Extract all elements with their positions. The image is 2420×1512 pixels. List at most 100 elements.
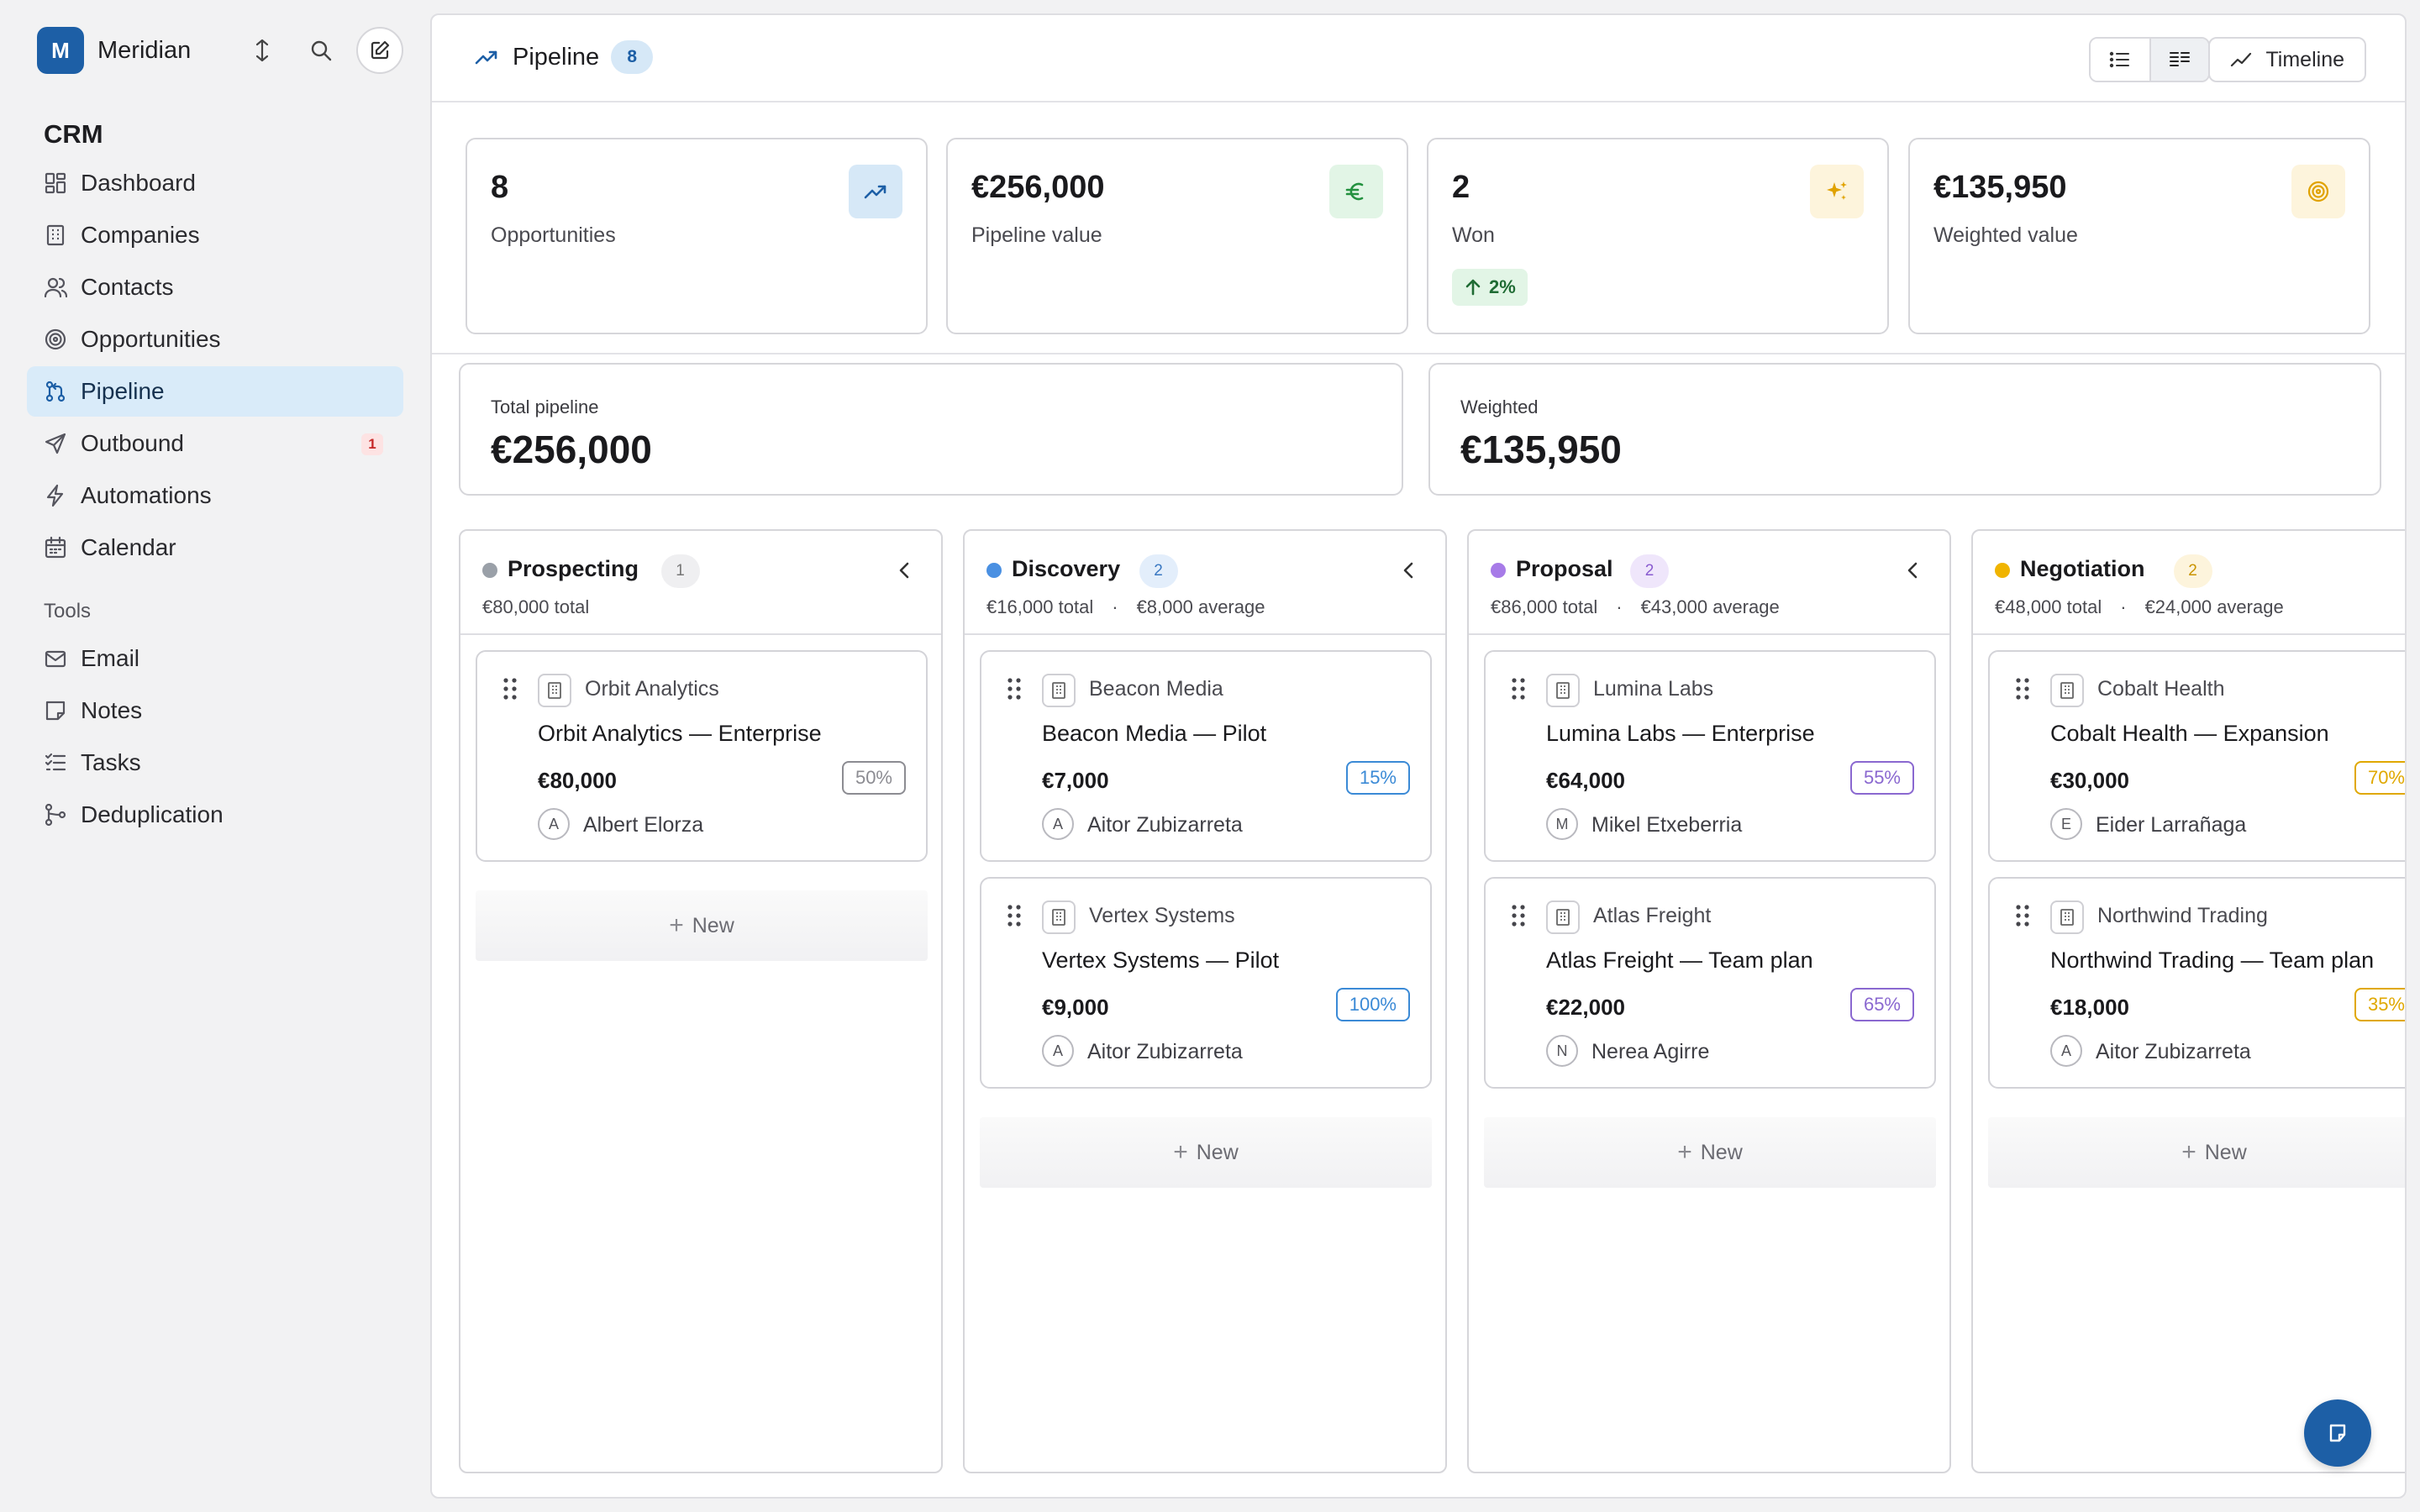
new-deal-button[interactable]: + New [980,1117,1432,1188]
building-icon [1546,900,1580,934]
deal-title: Atlas Freight — Team plan [1546,948,1813,973]
trend-up-icon [474,45,499,70]
sidebar-item-outbound[interactable]: Outbound 1 [27,418,403,469]
drag-handle-icon[interactable] [2015,677,2030,701]
sidebar-item-label: Calendar [81,534,176,560]
new-deal-button[interactable]: + New [1484,1117,1936,1188]
sidebar-item-contacts[interactable]: Contacts [27,262,403,312]
new-deal-button[interactable]: + New [1988,1117,2405,1188]
deal-title: Lumina Labs — Enterprise [1546,721,1815,746]
compose-icon[interactable] [356,27,403,74]
sidebar-item-deduplication[interactable]: Deduplication [27,790,403,840]
sidebar-item-dashboard[interactable]: Dashboard [27,158,403,208]
deal-title: Orbit Analytics — Enterprise [538,721,822,746]
search-icon[interactable] [297,27,345,74]
deal-card[interactable]: Vertex Systems Vertex Systems — Pilot €9,0… [980,877,1432,1089]
column-title: Discovery [1012,556,1121,581]
sidebar-item-companies[interactable]: Companies [27,210,403,260]
drag-handle-icon[interactable] [502,677,518,701]
building-icon [2050,674,2084,707]
plus-icon: + [669,911,684,939]
deal-card[interactable]: Atlas Freight Atlas Freight — Team plan €2… [1484,877,1936,1089]
pipeline-column-negotiation: Negotiation 2 €48,000 total · €24,000 averag… [1971,529,2407,1473]
deal-card[interactable]: Orbit Analytics Orbit Analytics — Enterpr… [476,650,928,862]
stat-value: €135,950 [1933,170,2067,205]
sidebar-item-tasks[interactable]: Tasks [27,738,403,788]
building-icon [1042,900,1076,934]
owner-name: Aitor Zubizarreta [1087,1040,1243,1063]
owner-name: Mikel Etxeberria [1591,813,1743,837]
sidebar-item-label: Tasks [81,749,141,775]
stat-value: €256,000 [971,170,1105,205]
expand-collapse-icon[interactable] [239,27,286,74]
timeline-icon [2230,49,2252,71]
sidebar-item-calendar[interactable]: Calendar [27,522,403,573]
page-title: Pipeline 8 [474,40,654,74]
collapse-column-icon[interactable] [1901,558,1926,583]
probability-badge: 50% [841,761,906,795]
arrow-up-icon [1464,278,1482,297]
deal-card[interactable]: Lumina Labs Lumina Labs — Enterprise €64,0… [1484,650,1936,862]
column-summary: €48,000 total · €24,000 average [1995,596,2284,618]
deal-amount: €30,000 [2050,768,2129,793]
drag-handle-icon[interactable] [1511,904,1526,927]
owner-name: Nerea Agirre [1591,1040,1710,1063]
workspace-switcher[interactable]: M Meridian [37,27,191,74]
column-summary: €16,000 total · €8,000 average [986,596,1265,618]
send-icon [44,432,67,455]
target-icon [2291,165,2345,218]
stat-value: 2 [1452,170,1470,205]
stat-label: Won [1452,223,1495,247]
probability-badge: 55% [1849,761,1914,795]
tools-nav: Email Notes Tasks Deduplication [27,633,403,842]
owner-name: Eider Larrañaga [2096,813,2247,837]
stage-color-dot [1995,563,2010,578]
page-count-badge: 8 [611,40,654,74]
avatar: N [1546,1035,1578,1067]
sidebar-item-email[interactable]: Email [27,633,403,684]
target-icon [44,328,67,351]
drag-handle-icon[interactable] [1007,677,1022,701]
deal-card[interactable]: Cobalt Health Cobalt Health — Expansion €3… [1988,650,2405,862]
new-deal-button[interactable]: + New [476,890,928,961]
summary-separator: · [2120,596,2127,617]
deal-amount: €9,000 [1042,995,1109,1020]
page-header: Pipeline 8 Timeline [432,15,2405,102]
stat-label: Pipeline value [971,223,1102,247]
page-title-text: Pipeline [513,43,600,71]
board-view-button[interactable] [2149,39,2208,81]
deal-card[interactable]: Beacon Media Beacon Media — Pilot €7,000 15… [980,650,1432,862]
column-count-badge: 2 [1139,554,1178,588]
company-name: Northwind Trading [2097,904,2268,927]
probability-badge: 65% [1849,988,1914,1021]
timeline-button[interactable]: Timeline [2208,37,2366,82]
drag-handle-icon[interactable] [1511,677,1526,701]
quick-note-button[interactable] [2304,1399,2371,1467]
sidebar: M Meridian CRM Dashboard Companies Contact… [0,0,429,1512]
collapse-column-icon[interactable] [892,558,918,583]
collapse-column-icon[interactable] [1397,558,1422,583]
sidebar-item-notes[interactable]: Notes [27,685,403,736]
mail-icon [44,647,67,670]
drag-handle-icon[interactable] [2015,904,2030,927]
company-name: Vertex Systems [1089,904,1235,927]
sidebar-item-opportunities[interactable]: Opportunities [27,314,403,365]
column-total: €48,000 total [1995,596,2102,617]
building-icon [44,223,67,247]
column-header: Prospecting 1 €80,000 total [460,531,941,635]
owner-name: Aitor Zubizarreta [2096,1040,2251,1063]
collapse-column-icon[interactable] [2405,558,2407,583]
drag-handle-icon[interactable] [1007,904,1022,927]
stat-label: Weighted value [1933,223,2078,247]
sidebar-item-pipeline[interactable]: Pipeline [27,366,403,417]
company-name: Beacon Media [1089,677,1223,701]
list-view-button[interactable] [2091,39,2149,81]
pipeline-column-prospecting: Prospecting 1 €80,000 total Orbit Analytics… [459,529,943,1473]
stat-card-opportunities: 8 Opportunities [466,138,928,334]
deal-amount: €22,000 [1546,995,1625,1020]
sidebar-item-automations[interactable]: Automations [27,470,403,521]
total-pipeline-value: €256,000 [491,428,652,471]
deal-card[interactable]: Northwind Trading Northwind Trading — Tea… [1988,877,2405,1089]
column-average: €8,000 average [1136,596,1265,617]
weighted-card: Weighted €135,950 [1428,363,2381,496]
